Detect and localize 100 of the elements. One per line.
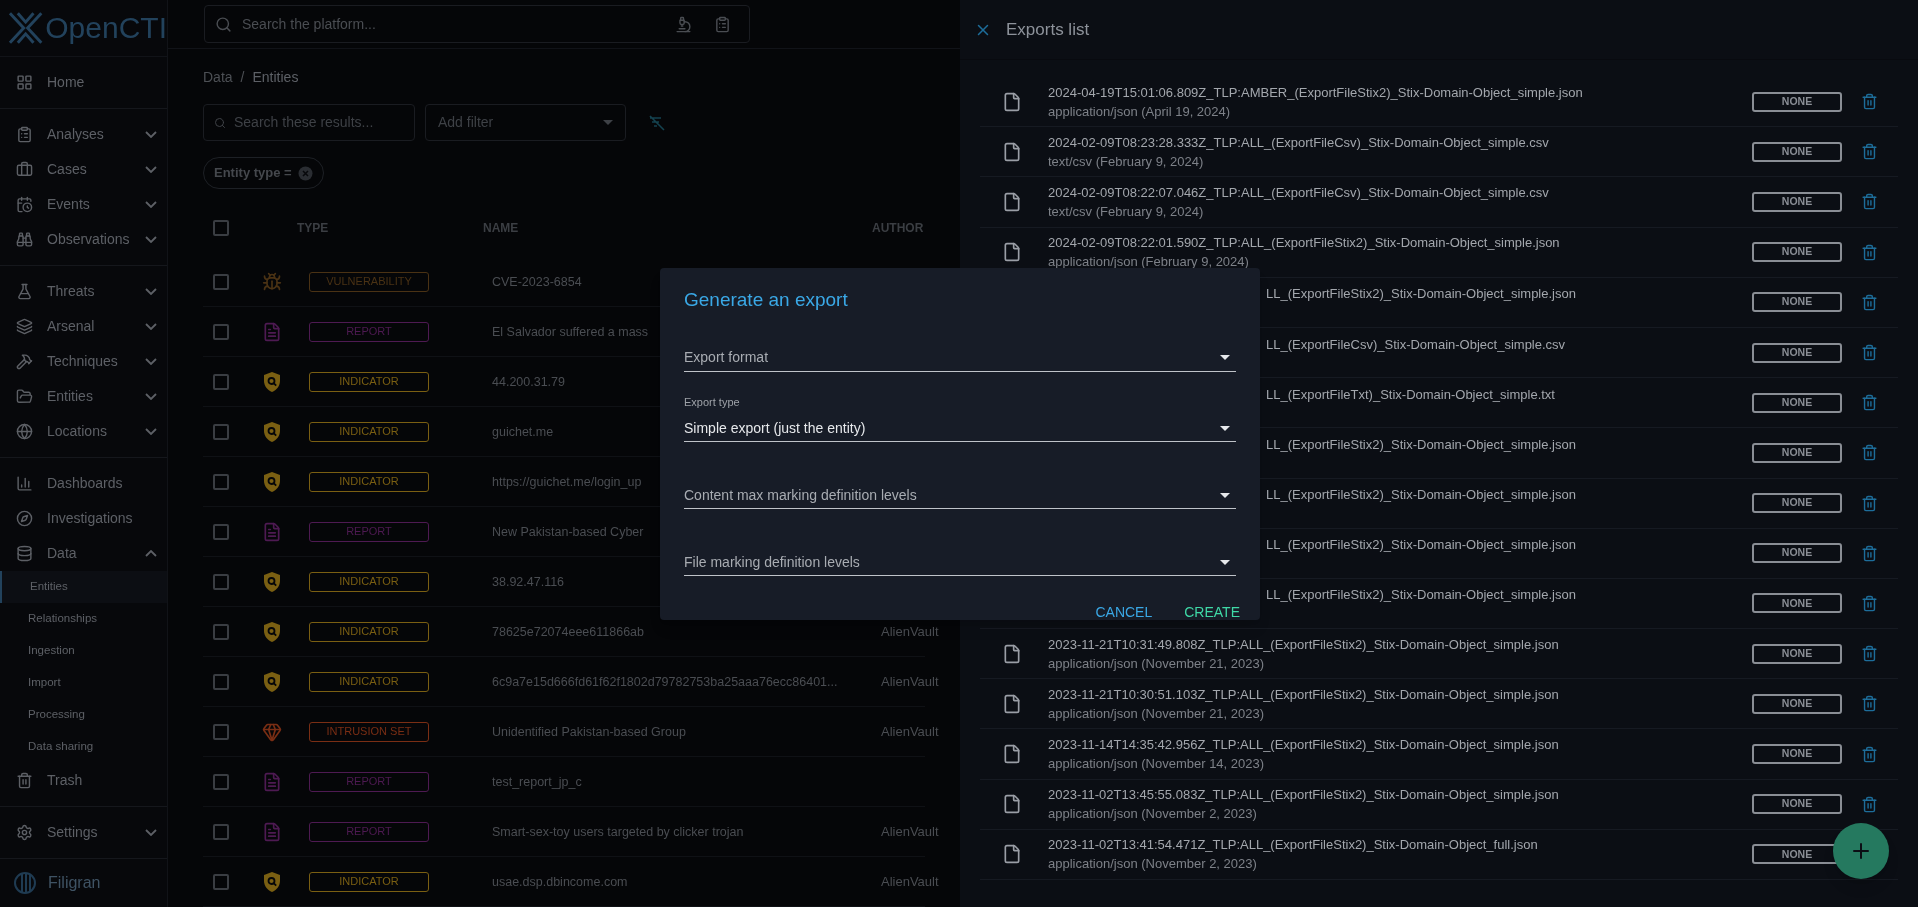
file-name[interactable]: 2023-11-21T10:31:49.808Z_TLP:ALL_(ExportFileStix2)_Stix-Domain-Object_simple.json xyxy=(1048,634,1752,654)
sidebar-item[interactable]: Cases xyxy=(0,152,167,187)
delete-icon[interactable] xyxy=(1861,293,1878,311)
column-header[interactable]: NAME xyxy=(483,219,872,237)
author-cell-text: AlienVault xyxy=(881,822,939,841)
checkbox[interactable] xyxy=(213,873,229,890)
clear-filters-icon[interactable] xyxy=(648,113,666,132)
sidebar-item[interactable]: Dashboards xyxy=(0,466,167,501)
delete-icon[interactable] xyxy=(1861,745,1878,763)
checkbox[interactable] xyxy=(213,823,229,840)
sidebar-item[interactable]: Arsenal xyxy=(0,309,167,344)
sidebar-subitem[interactable]: Entities xyxy=(0,571,167,603)
select-field[interactable]: File marking definition levels xyxy=(684,531,1236,576)
sidebar-subitem[interactable]: Ingestion xyxy=(0,635,167,667)
delete-icon[interactable] xyxy=(1861,594,1878,612)
type-badge: REPORT xyxy=(309,321,429,342)
delete-icon[interactable] xyxy=(1861,695,1878,713)
delete-icon[interactable] xyxy=(1861,394,1878,412)
file-name[interactable]: 2024-02-09T08:23:28.333Z_TLP:ALL_(ExportFileCsv)_Stix-Domain-Object_simple.csv xyxy=(1048,132,1752,152)
file-name[interactable]: 2024-04-19T15:01:06.809Z_TLP:AMBER_(ExportFileStix2)_Stix-Domain-Object_simple.json xyxy=(1048,82,1752,102)
file-name[interactable]: LL_(ExportFileStix2)_Stix-Domain-Object_simple.json xyxy=(1266,537,1576,553)
checkbox[interactable] xyxy=(213,673,229,690)
search-input[interactable]: Search these results... xyxy=(234,112,404,133)
checkbox[interactable] xyxy=(213,473,229,490)
sidebar-item[interactable]: Investigations xyxy=(0,501,167,536)
sidebar-subitem[interactable]: Relationships xyxy=(0,603,167,635)
sidebar-item[interactable]: Threats xyxy=(0,274,167,309)
nav-icon xyxy=(16,283,33,300)
column-header[interactable]: AUTHOR xyxy=(872,219,924,237)
file-name[interactable]: LL_(ExportFileStix2)_Stix-Domain-Object_simple.json xyxy=(1266,487,1576,503)
delete-icon[interactable] xyxy=(1861,645,1878,663)
sidebar-item[interactable]: Entities xyxy=(0,379,167,414)
author-cell-text: AlienVault xyxy=(881,872,939,891)
checkbox[interactable] xyxy=(213,523,229,540)
file-name[interactable]: LL_(ExportFileCsv)_Stix-Domain-Object_simple.csv xyxy=(1266,336,1566,352)
file-name[interactable]: LL_(ExportFileStix2)_Stix-Domain-Object_simple.json xyxy=(1266,286,1576,302)
checkbox[interactable] xyxy=(213,323,229,340)
sidebar-item[interactable]: Locations xyxy=(0,414,167,449)
sidebar-item[interactable]: Home xyxy=(0,65,167,100)
delete-icon[interactable] xyxy=(1861,93,1878,111)
nav-icon xyxy=(16,475,33,492)
delete-icon[interactable] xyxy=(1861,243,1878,261)
file-details: application/json (February 9, 2024) xyxy=(1048,253,1250,272)
checkbox[interactable] xyxy=(213,573,229,590)
sidebar-subitem[interactable]: Data sharing xyxy=(0,731,167,763)
shield-search-icon xyxy=(264,371,280,392)
checkbox[interactable] xyxy=(213,623,229,640)
delete-icon[interactable] xyxy=(1861,143,1878,161)
delete-icon[interactable] xyxy=(1861,544,1878,562)
file-name[interactable]: 2023-11-21T10:30:51.103Z_TLP:ALL_(ExportFileStix2)_Stix-Domain-Object_simple.json xyxy=(1048,684,1752,704)
file-name[interactable]: 2023-11-02T13:41:54.471Z_TLP:ALL_(ExportFileStix2)_Stix-Domain-Object_full.json xyxy=(1048,835,1752,855)
results-search-field[interactable]: Search these results... xyxy=(203,104,415,141)
file-name[interactable]: 2024-02-09T08:22:01.590Z_TLP:ALL_(ExportFileStix2)_Stix-Domain-Object_simple.json xyxy=(1048,233,1752,253)
checkbox[interactable] xyxy=(213,723,229,740)
sidebar-subitem[interactable]: Processing xyxy=(0,699,167,731)
marking-badge: NONE xyxy=(1752,543,1842,564)
sidebar-subitem[interactable]: Import xyxy=(0,667,167,699)
marking-badge: NONE xyxy=(1752,292,1842,313)
file-name[interactable]: LL_(ExportFileStix2)_Stix-Domain-Object_simple.json xyxy=(1266,587,1576,603)
type-badge: INTRUSION SET xyxy=(309,721,429,742)
checkbox[interactable] xyxy=(213,423,229,440)
type-badge: REPORT xyxy=(309,821,429,842)
sidebar-item[interactable]: Trash xyxy=(0,763,167,798)
sidebar-item[interactable]: Settings xyxy=(0,815,167,850)
checkbox[interactable] xyxy=(213,773,229,790)
checkbox[interactable] xyxy=(213,273,229,290)
file-name[interactable]: 2024-02-09T08:22:07.046Z_TLP:ALL_(ExportFileCsv)_Stix-Domain-Object_simple.csv xyxy=(1048,182,1752,202)
select-field[interactable]: Export type Simple export (just the entity) xyxy=(684,393,1236,442)
select-field[interactable]: Export format xyxy=(684,344,1236,372)
breadcrumb-link[interactable]: Data xyxy=(203,66,233,88)
sidebar-item[interactable]: Analyses xyxy=(0,117,167,152)
create-button[interactable]: CREATE xyxy=(1178,596,1246,629)
file-name[interactable]: LL_(ExportFileStix2)_Stix-Domain-Object_simple.json xyxy=(1266,436,1576,452)
checkbox[interactable] xyxy=(213,373,229,390)
platform-search-field[interactable]: Search the platform... xyxy=(204,5,750,43)
delete-icon[interactable] xyxy=(1861,193,1878,211)
file-name[interactable]: 2023-11-14T14:35:42.956Z_TLP:ALL_(ExportFileStix2)_Stix-Domain-Object_simple.json xyxy=(1048,735,1752,755)
cancel-button[interactable]: CANCEL xyxy=(1089,596,1159,629)
delete-icon[interactable] xyxy=(1861,494,1878,512)
file-name[interactable]: LL_(ExportFileTxt)_Stix-Domain-Object_simple.txt xyxy=(1266,386,1555,402)
search-input[interactable]: Search the platform... xyxy=(242,13,665,35)
add-filter-dropdown[interactable]: Add filter xyxy=(425,104,626,141)
microscope-icon[interactable] xyxy=(675,15,692,33)
column-header[interactable]: TYPE xyxy=(297,219,483,237)
sidebar-item[interactable]: Observations xyxy=(0,222,167,257)
checkbox[interactable] xyxy=(213,220,229,236)
file-icon xyxy=(1002,693,1022,714)
delete-icon[interactable] xyxy=(1861,344,1878,362)
dropdown-caret-icon xyxy=(603,120,613,125)
document-icon xyxy=(262,321,282,342)
remove-icon[interactable] xyxy=(297,165,313,181)
file-name[interactable]: 2023-11-02T13:45:55.083Z_TLP:ALL_(ExportFileStix2)_Stix-Domain-Object_simple.json xyxy=(1048,785,1752,805)
document-icon xyxy=(262,521,282,542)
sidebar-item[interactable]: Data xyxy=(0,536,167,571)
delete-icon[interactable] xyxy=(1861,444,1878,462)
file-details: application/json (April 19, 2024) xyxy=(1048,102,1232,121)
delete-icon[interactable] xyxy=(1861,795,1878,813)
sidebar-item[interactable]: Techniques xyxy=(0,344,167,379)
select-field[interactable]: Content max marking definition levels xyxy=(684,464,1236,509)
sidebar-item[interactable]: Events xyxy=(0,187,167,222)
